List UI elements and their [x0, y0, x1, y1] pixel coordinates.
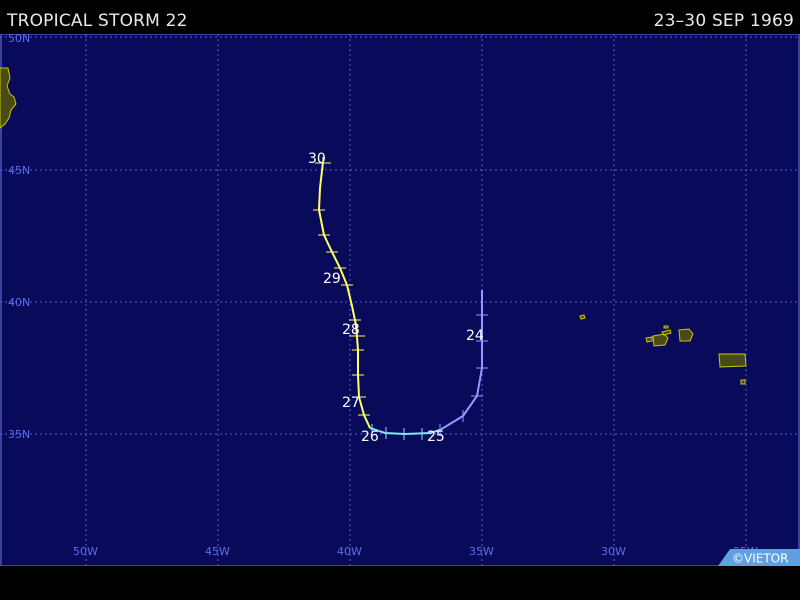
azores-island-santa-maria [740, 379, 746, 385]
lon-label-40w: 40W [337, 545, 362, 558]
ocean-background [0, 34, 800, 566]
day-label-29: 29 [323, 271, 341, 287]
azores-island-flores [579, 314, 586, 320]
lon-label-30w: 30W [601, 545, 626, 558]
lat-label-45n: 45N [8, 164, 30, 177]
day-label-28: 28 [342, 322, 360, 338]
lon-label-45w: 45W [205, 545, 230, 558]
day-label-26: 26 [361, 429, 379, 445]
day-label-27: 27 [342, 395, 360, 411]
header-bar: TROPICAL STORM 22 23–30 SEP 1969 [0, 0, 800, 34]
credit-text: ©VIETOR [732, 552, 788, 566]
day-label-25: 25 [427, 429, 445, 445]
day-label-30: 30 [308, 151, 326, 167]
azores-island-pico [652, 333, 669, 347]
date-range: 23–30 SEP 1969 [653, 11, 794, 31]
azores-island-sao-miguel [718, 353, 747, 368]
lon-label-35w: 35W [469, 545, 494, 558]
lat-label-40n: 40N [8, 296, 30, 309]
storm-title: TROPICAL STORM 22 [7, 11, 188, 31]
lon-label-50w: 50W [73, 545, 98, 558]
footer-bar [0, 566, 800, 600]
azores-island-faial [645, 336, 653, 343]
day-label-24: 24 [466, 328, 484, 344]
credit-badge: ©VIETOR [718, 549, 800, 566]
lat-label-35n: 35N [8, 428, 30, 441]
storm-track-map: 50N 45N 40N 35N 50W 45W 40W 35W 30W 25W [0, 32, 800, 567]
azores-island-terceira [678, 328, 694, 342]
azores-island-graciosa [663, 325, 669, 329]
